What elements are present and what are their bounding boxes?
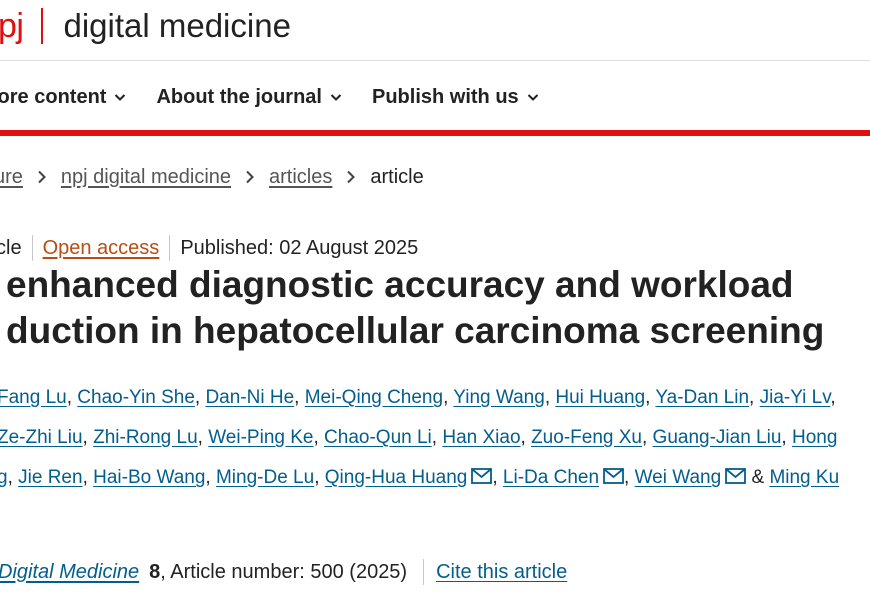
nav-label: About the journal	[156, 85, 322, 108]
chevron-down-icon	[527, 94, 538, 101]
chevron-down-icon	[115, 94, 126, 101]
author-link[interactable]: Ze-Zhi Liu	[0, 427, 83, 448]
chevron-right-icon	[246, 170, 254, 184]
author-link[interactable]: Zuo-Feng Xu	[531, 427, 642, 448]
author-ampersand: &	[751, 467, 765, 488]
meta-divider	[31, 235, 33, 261]
author-link[interactable]: Li-Da Chen	[503, 467, 599, 488]
author-row: Fang Lu, Chao-Yin She, Dan-Ni He, Mei-Qi…	[0, 378, 870, 418]
journal-name-link[interactable]: Digital Medicine	[0, 561, 139, 584]
breadcrumb-nature[interactable]: ure	[0, 166, 23, 189]
logo-separator	[41, 8, 44, 44]
author-link[interactable]: Hui Huang	[555, 387, 645, 408]
author-link[interactable]: Dan-Ni He	[205, 387, 294, 408]
author-link[interactable]: Ming-De Lu	[216, 467, 314, 488]
author-link[interactable]: Jie Ren	[18, 467, 82, 488]
breadcrumb-articles[interactable]: articles	[269, 166, 332, 189]
meta-divider	[169, 235, 171, 261]
breadcrumb-journal[interactable]: npj digital medicine	[61, 166, 231, 189]
author-link[interactable]: Wei-Ping Ke	[208, 427, 313, 448]
author-link[interactable]: Han Xiao	[442, 427, 520, 448]
nav-label: Publish with us	[372, 85, 519, 108]
breadcrumb: ure npj digital medicine articles articl…	[0, 162, 424, 192]
author-link[interactable]: Chao-Yin She	[77, 387, 195, 408]
author-row: g, Jie Ren, Hai-Bo Wang, Ming-De Lu, Qin…	[0, 458, 870, 498]
main-nav: lore content About the journal Publish w…	[0, 72, 569, 122]
author-link[interactable]: Hong	[792, 427, 837, 448]
email-icon[interactable]	[725, 468, 747, 484]
article-number: , Article number: 500 (2025)	[160, 560, 408, 583]
author-link[interactable]: Hai-Bo Wang	[93, 467, 205, 488]
site-header: pj digital medicine	[0, 0, 870, 58]
header-divider	[0, 60, 870, 61]
nav-about-journal[interactable]: About the journal	[156, 86, 342, 109]
author-link[interactable]: Ying Wang	[453, 387, 545, 408]
author-link[interactable]: Guang-Jian Liu	[653, 427, 782, 448]
title-line-2: duction in hepatocellular carcinoma scre…	[6, 310, 825, 351]
author-link[interactable]: Qing-Hua Huang	[325, 467, 468, 488]
author-link[interactable]: Chao-Qun Li	[324, 427, 432, 448]
author-link[interactable]: g	[0, 467, 8, 488]
title-line-1: enhanced diagnostic accuracy and workloa…	[6, 264, 794, 305]
citation-divider	[423, 559, 425, 585]
author-row: Ze-Zhi Liu, Zhi-Rong Lu, Wei-Ping Ke, Ch…	[0, 418, 870, 458]
author-separator: ,	[830, 387, 836, 408]
cite-this-article-link[interactable]: Cite this article	[436, 561, 567, 584]
author-link[interactable]: Ya-Dan Lin	[655, 387, 749, 408]
article-title: enhanced diagnostic accuracy and workloa…	[6, 262, 870, 354]
volume-number: 8	[149, 560, 161, 583]
breadcrumb-current: article	[370, 165, 424, 188]
open-access-link[interactable]: Open access	[43, 237, 160, 260]
brand-red-rule	[0, 130, 870, 136]
nav-publish-with-us[interactable]: Publish with us	[372, 86, 539, 109]
chevron-down-icon	[330, 94, 342, 101]
npj-logo-text: pj	[0, 7, 24, 45]
email-icon[interactable]	[603, 468, 624, 484]
author-link[interactable]: Jia-Yi Lv	[760, 387, 831, 408]
nav-explore-content[interactable]: lore content	[0, 86, 126, 109]
author-link[interactable]: Ming Ku	[769, 467, 839, 488]
author-list: Fang Lu, Chao-Yin She, Dan-Ni He, Mei-Qi…	[0, 378, 870, 498]
journal-logo[interactable]: pj digital medicine	[0, 4, 291, 48]
chevron-right-icon	[38, 170, 46, 184]
email-icon[interactable]	[471, 468, 493, 484]
published-date: Published: 02 August 2025	[180, 236, 419, 259]
article-meta: cle Open access Published: 02 August 202…	[0, 233, 418, 263]
journal-title: digital medicine	[63, 7, 291, 44]
chevron-right-icon	[347, 170, 356, 184]
article-type: cle	[0, 236, 22, 259]
author-link[interactable]: Fang Lu	[0, 387, 67, 408]
citation-line: Digital Medicine 8 , Article number: 500…	[0, 557, 567, 587]
author-link[interactable]: Zhi-Rong Lu	[93, 427, 198, 448]
author-link[interactable]: Mei-Qing Cheng	[305, 387, 443, 408]
nav-label: lore content	[0, 85, 107, 108]
author-link[interactable]: Wei Wang	[635, 467, 722, 488]
